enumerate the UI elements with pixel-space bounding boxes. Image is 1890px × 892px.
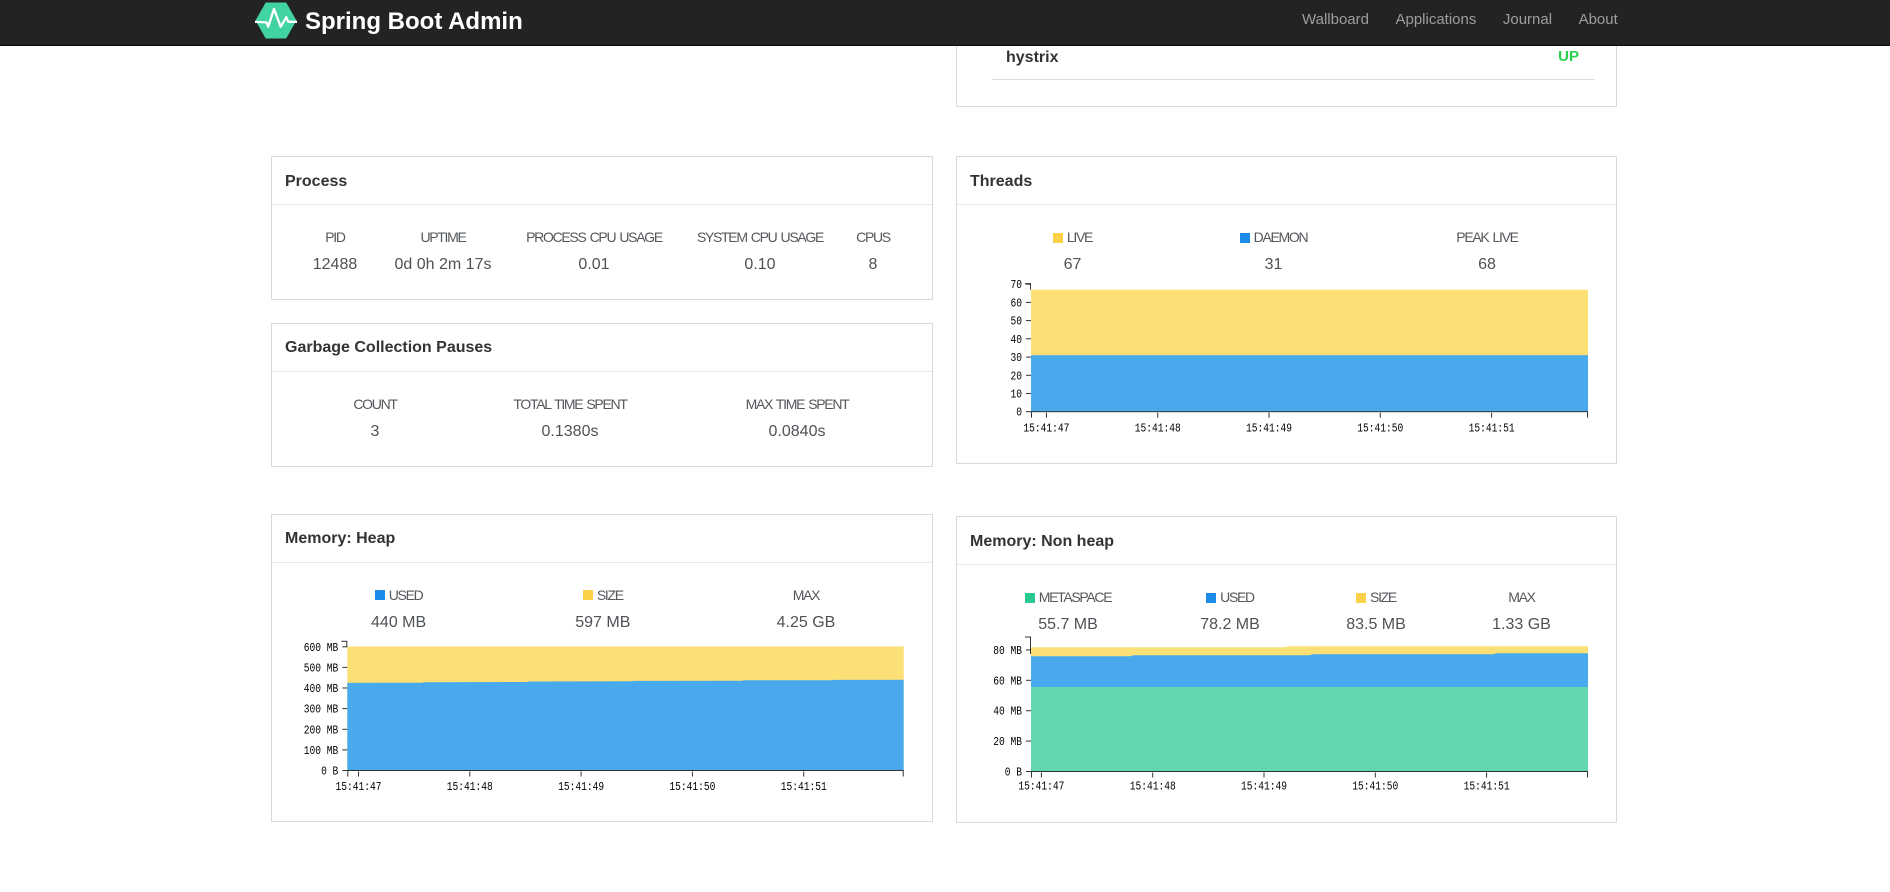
svg-text:15:41:48: 15:41:48 — [1135, 422, 1181, 436]
svg-text:60 MB: 60 MB — [993, 674, 1022, 688]
svg-text:400 MB: 400 MB — [304, 682, 339, 696]
svg-text:15:41:47: 15:41:47 — [336, 780, 382, 794]
svg-text:15:41:51: 15:41:51 — [781, 780, 827, 794]
svg-text:0 B: 0 B — [1005, 766, 1022, 780]
svg-text:20 MB: 20 MB — [993, 735, 1022, 749]
svg-text:0: 0 — [1016, 406, 1022, 420]
svg-text:600 MB: 600 MB — [304, 640, 339, 654]
svg-text:100 MB: 100 MB — [304, 744, 339, 758]
svg-text:15:41:49: 15:41:49 — [1241, 780, 1287, 794]
svg-text:80 MB: 80 MB — [993, 644, 1022, 658]
svg-text:10: 10 — [1011, 388, 1023, 402]
svg-text:500 MB: 500 MB — [304, 661, 339, 675]
svg-text:15:41:47: 15:41:47 — [1023, 422, 1069, 436]
svg-text:15:41:51: 15:41:51 — [1469, 422, 1515, 436]
svg-text:200 MB: 200 MB — [304, 723, 339, 737]
svg-text:15:41:51: 15:41:51 — [1464, 780, 1510, 794]
svg-text:50: 50 — [1011, 315, 1023, 329]
svg-text:15:41:48: 15:41:48 — [1130, 780, 1176, 794]
svg-text:15:41:47: 15:41:47 — [1018, 780, 1064, 794]
svg-text:300 MB: 300 MB — [304, 702, 339, 716]
svg-text:15:41:50: 15:41:50 — [1357, 422, 1403, 436]
svg-text:15:41:49: 15:41:49 — [1246, 422, 1292, 436]
svg-text:0 B: 0 B — [321, 764, 338, 778]
svg-text:15:41:48: 15:41:48 — [447, 780, 493, 794]
svg-text:40 MB: 40 MB — [993, 705, 1022, 719]
svg-text:15:41:50: 15:41:50 — [1352, 780, 1398, 794]
svg-text:15:41:49: 15:41:49 — [558, 780, 604, 794]
svg-text:20: 20 — [1011, 369, 1023, 383]
svg-text:60: 60 — [1011, 296, 1023, 310]
svg-text:30: 30 — [1011, 351, 1023, 365]
svg-text:70: 70 — [1011, 278, 1023, 292]
svg-text:15:41:50: 15:41:50 — [669, 780, 715, 794]
svg-text:40: 40 — [1011, 333, 1023, 347]
